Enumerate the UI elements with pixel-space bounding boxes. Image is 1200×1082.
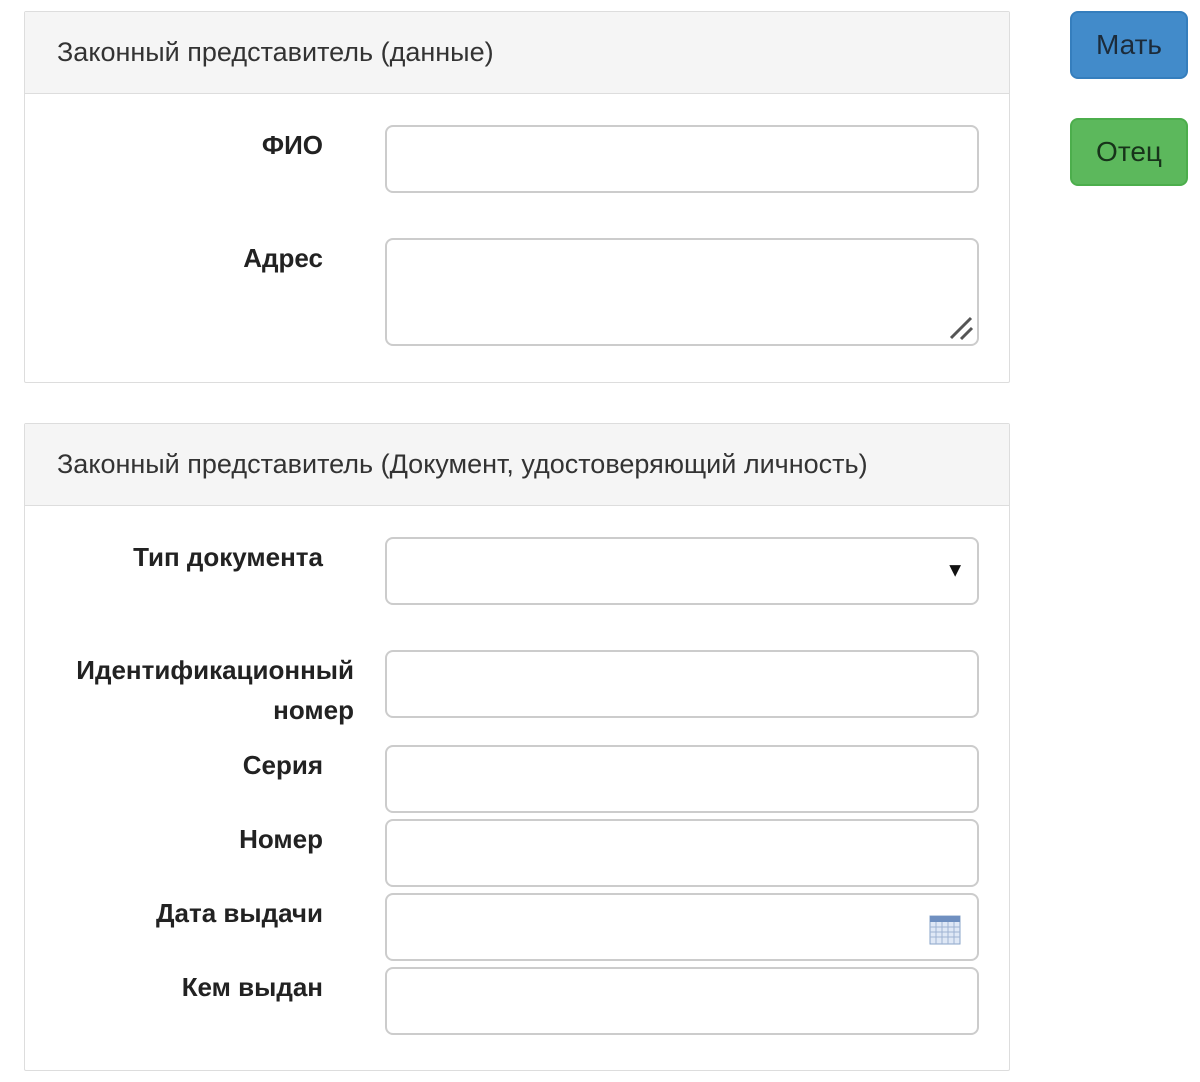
legal-representative-data-panel: Законный представитель (данные) ФИО Адре…	[24, 11, 1010, 383]
panel-heading-document: Законный представитель (Документ, удосто…	[25, 424, 1009, 506]
legal-representative-document-panel: Законный представитель (Документ, удосто…	[24, 423, 1010, 1071]
id-number-label-line2: номер	[273, 695, 354, 725]
id-number-label: Идентификационный номер	[25, 650, 354, 730]
chevron-down-icon: ▼	[945, 559, 965, 582]
issued-by-input[interactable]	[385, 967, 979, 1035]
fio-input[interactable]	[385, 125, 979, 193]
issue-date-input[interactable]	[385, 893, 979, 961]
id-number-label-line1: Идентификационный	[76, 655, 354, 685]
id-number-input[interactable]	[385, 650, 979, 718]
series-label: Серия	[242, 750, 323, 780]
issue-date-label: Дата выдачи	[156, 898, 323, 928]
doc-type-label: Тип документа	[133, 542, 323, 572]
panel-heading-data: Законный представитель (данные)	[25, 12, 1009, 94]
doc-type-select[interactable]: ▼	[385, 537, 979, 605]
address-textarea[interactable]	[385, 238, 979, 346]
issued-by-label: Кем выдан	[181, 972, 323, 1002]
father-button-label: Отец	[1096, 136, 1162, 167]
address-label: Адрес	[243, 243, 323, 273]
resize-handle-icon[interactable]	[945, 312, 975, 342]
number-input[interactable]	[385, 819, 979, 887]
mother-button[interactable]: Мать	[1070, 11, 1188, 79]
father-button[interactable]: Отец	[1070, 118, 1188, 186]
calendar-icon[interactable]	[929, 915, 961, 945]
mother-button-label: Мать	[1095, 29, 1162, 60]
series-input[interactable]	[385, 745, 979, 813]
fio-label: ФИО	[261, 130, 323, 160]
number-label: Номер	[239, 824, 323, 854]
